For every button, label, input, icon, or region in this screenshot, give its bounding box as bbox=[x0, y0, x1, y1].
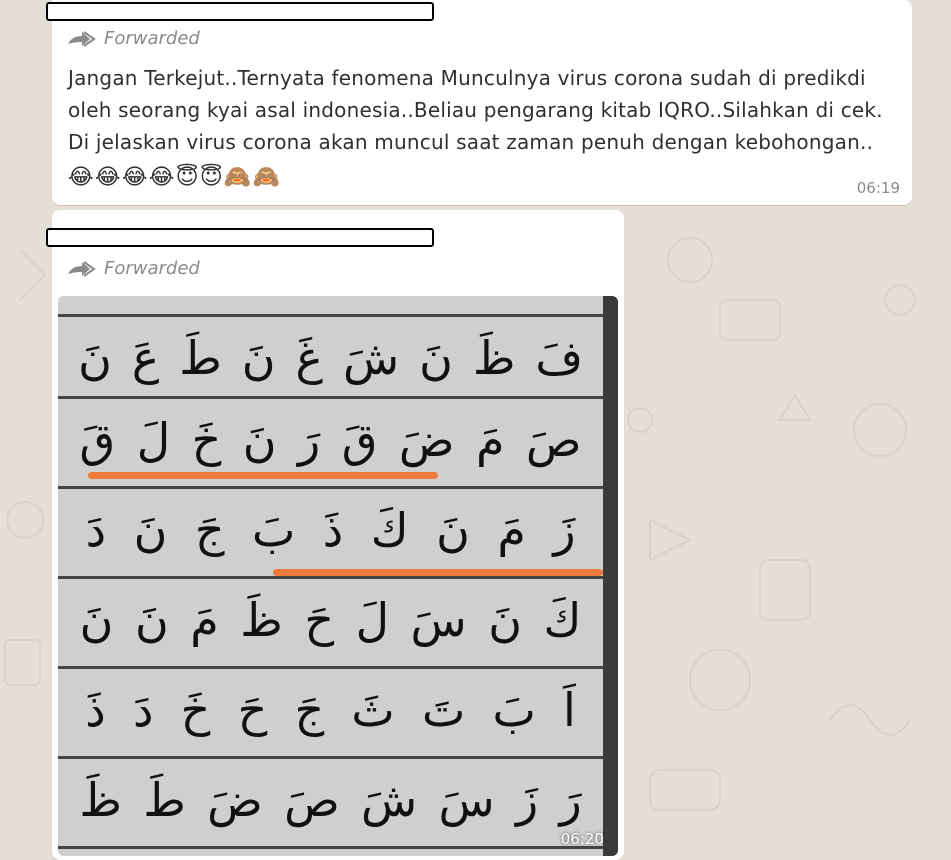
arabic-letter: ذَ bbox=[322, 503, 344, 557]
message-bubble[interactable]: Forwarded فَ ظَ نَ شَ غَ نَ طَ عَ نَ صَ مَ ضَ قَ رَ نَ… bbox=[46, 210, 624, 860]
forward-arrow-icon bbox=[68, 30, 96, 47]
forwarded-indicator: Forwarded bbox=[66, 258, 200, 279]
book-page: فَ ظَ نَ شَ غَ نَ طَ عَ نَ صَ مَ ضَ قَ رَ نَ خَ لَ قَ زَ مَ… bbox=[58, 296, 606, 856]
emoji: 😂 bbox=[68, 165, 94, 190]
arabic-letter: حَ bbox=[304, 593, 335, 647]
message-timestamp: 06:19 bbox=[856, 179, 900, 197]
emoji: 🙈 bbox=[252, 165, 281, 190]
letter-row: زَ مَ نَ كَ ذَ بَ جَ نَ دَ bbox=[58, 490, 603, 570]
arabic-letter: بَ bbox=[251, 503, 296, 557]
emoji: 😇 bbox=[175, 165, 199, 190]
arabic-letter: ذَ bbox=[85, 683, 106, 737]
emoji: 🙈 bbox=[223, 165, 252, 190]
arabic-letter: خَ bbox=[191, 413, 222, 467]
arabic-letter: نَ bbox=[242, 413, 277, 467]
arabic-letter: فَ bbox=[535, 331, 584, 385]
letter-row: اَ بَ تَ ثَ جَ حَ خَ دَ ذَ bbox=[58, 670, 603, 750]
arabic-letter: نَ bbox=[241, 331, 276, 385]
arabic-letter: لَ bbox=[136, 413, 171, 467]
arabic-letter: مَ bbox=[190, 593, 219, 647]
arabic-letter: رَ bbox=[559, 773, 582, 827]
forwarded-label: Forwarded bbox=[104, 28, 200, 49]
arabic-letter: شَ bbox=[342, 331, 400, 385]
redacted-sender-name bbox=[46, 228, 434, 247]
message-bubble[interactable]: Forwarded Jangan Terkejut..Ternyata feno… bbox=[46, 0, 912, 205]
arabic-letter: قَ bbox=[79, 413, 116, 467]
arabic-letter: ظَ bbox=[240, 593, 283, 647]
emoji-group: 😂😂😂😂😇😇🙈🙈 bbox=[68, 162, 281, 190]
forward-arrow-icon bbox=[68, 260, 96, 277]
highlight-underline bbox=[273, 569, 603, 576]
letter-row: كَ نَ سَ لَ حَ ظَ مَ نَ نَ bbox=[58, 580, 603, 660]
arabic-letter: خَ bbox=[180, 683, 211, 737]
arabic-letter: زَ bbox=[515, 773, 539, 827]
arabic-letter: كَ bbox=[543, 593, 582, 647]
arabic-letter: نَ bbox=[436, 503, 470, 557]
emoji: 😂 bbox=[148, 165, 175, 190]
arabic-letter: بَ bbox=[492, 683, 536, 737]
message-timestamp: 06:20 bbox=[560, 830, 604, 848]
arabic-letter: قَ bbox=[341, 413, 378, 467]
arabic-letter: كَ bbox=[370, 503, 409, 557]
arabic-letter: مَ bbox=[497, 503, 526, 557]
attached-photo[interactable]: فَ ظَ نَ شَ غَ نَ طَ عَ نَ صَ مَ ضَ قَ رَ نَ خَ لَ قَ زَ مَ… bbox=[58, 296, 618, 856]
arabic-letter: اَ bbox=[563, 683, 576, 737]
arabic-letter: غَ bbox=[295, 331, 323, 385]
arabic-letter: ضَ bbox=[207, 773, 263, 827]
arabic-letter: ظَ bbox=[472, 331, 516, 385]
forwarded-label: Forwarded bbox=[104, 258, 200, 279]
arabic-letter: شَ bbox=[361, 773, 418, 827]
page-edge bbox=[603, 296, 618, 856]
letter-row: صَ مَ ضَ قَ رَ نَ خَ لَ قَ bbox=[58, 400, 603, 480]
arabic-letter: جَ bbox=[294, 683, 325, 737]
arabic-letter: رَ bbox=[298, 413, 321, 467]
message-body: Jangan Terkejut..Ternyata fenomena Muncu… bbox=[68, 66, 883, 154]
arabic-letter: ظَ bbox=[79, 773, 122, 827]
arabic-letter: نَ bbox=[419, 331, 453, 385]
arabic-letter: سَ bbox=[438, 773, 495, 827]
arabic-letter: سَ bbox=[410, 593, 467, 647]
arabic-letter: حَ bbox=[237, 683, 268, 737]
ruled-line bbox=[58, 486, 603, 489]
ruled-line bbox=[58, 846, 603, 849]
letter-row: فَ ظَ نَ شَ غَ نَ طَ عَ نَ bbox=[58, 318, 603, 398]
arabic-letter: صَ bbox=[525, 413, 582, 467]
arabic-letter: لَ bbox=[355, 593, 390, 647]
ruled-line bbox=[58, 666, 603, 669]
emoji: 😇 bbox=[199, 165, 223, 190]
arabic-letter: نَ bbox=[134, 593, 169, 647]
arabic-letter: نَ bbox=[79, 593, 114, 647]
ruled-line bbox=[58, 314, 603, 317]
arabic-letter: طَ bbox=[143, 773, 186, 827]
arabic-letter: مَ bbox=[475, 413, 505, 467]
arabic-letter: نَ bbox=[133, 503, 168, 557]
arabic-letter: طَ bbox=[179, 331, 222, 385]
ruled-line bbox=[58, 756, 603, 759]
arabic-letter: نَ bbox=[488, 593, 523, 647]
ruled-line bbox=[58, 576, 603, 579]
arabic-letter: زَ bbox=[553, 503, 576, 557]
letter-row: رَ زَ سَ شَ صَ ضَ طَ ظَ bbox=[58, 760, 603, 840]
arabic-letter: ثَ bbox=[351, 683, 395, 737]
arabic-letter: عَ bbox=[131, 331, 160, 385]
arabic-letter: جَ bbox=[194, 503, 225, 557]
arabic-letter: دَ bbox=[85, 503, 107, 557]
emoji: 😂 bbox=[121, 165, 148, 190]
arabic-letter: تَ bbox=[421, 683, 466, 737]
arabic-letter: نَ bbox=[78, 331, 112, 385]
redacted-sender-name bbox=[46, 2, 434, 21]
emoji: 😂 bbox=[94, 165, 121, 190]
arabic-letter: صَ bbox=[284, 773, 340, 827]
message-text: Jangan Terkejut..Ternyata fenomena Muncu… bbox=[68, 62, 898, 190]
arabic-letter: ضَ bbox=[398, 413, 455, 467]
arabic-letter: دَ bbox=[132, 683, 154, 737]
forwarded-indicator: Forwarded bbox=[66, 28, 200, 49]
